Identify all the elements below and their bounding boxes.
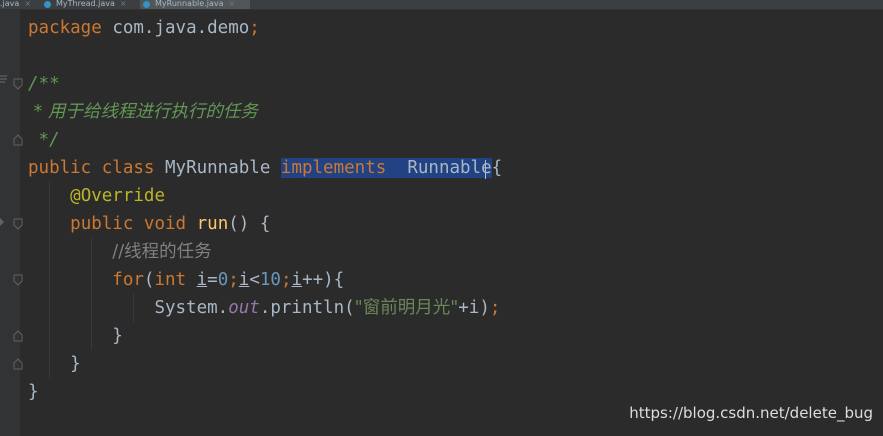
code-line[interactable]: }	[28, 350, 81, 378]
code-line[interactable]: package com.java.demo;	[28, 14, 260, 42]
tab-label: MyThread.java	[56, 0, 115, 8]
code-line[interactable]: }	[28, 322, 123, 350]
tab-label: MyRunnable.java	[155, 0, 224, 8]
expression: +i)	[458, 298, 490, 318]
semicolon: ;	[489, 298, 501, 318]
java-class-icon	[44, 1, 51, 8]
keyword: implements	[280, 158, 387, 178]
code-line[interactable]: System.out.println("窗前明月光"+i);	[28, 294, 500, 322]
code-line[interactable]: /**	[28, 70, 60, 98]
brace: }	[112, 326, 123, 346]
doc-comment: */	[28, 130, 60, 150]
method-name: run	[196, 214, 229, 234]
keyword: class	[101, 158, 155, 178]
code-line[interactable]: * 用于给线程进行执行的任务	[28, 98, 258, 126]
punctuation: ){	[323, 270, 345, 290]
number: 10	[259, 270, 281, 290]
editor-tab-bar: .java × MyThread.java × MyRunnable.java ×	[0, 0, 883, 10]
hamburger-icon	[0, 74, 8, 86]
tab-close-icon[interactable]: ×	[120, 0, 127, 8]
variable: i	[238, 270, 250, 290]
line-comment: //线程的任务	[112, 242, 212, 262]
java-class-icon	[143, 1, 150, 8]
override-marker-icon[interactable]	[0, 216, 6, 228]
operator: =	[207, 270, 218, 290]
keyword: int	[154, 270, 187, 290]
string-literal: "窗前明月光"	[354, 298, 459, 318]
selected-text[interactable]: implements Runnable	[280, 158, 492, 178]
keyword: void	[143, 214, 187, 234]
operator: ++	[302, 270, 324, 290]
punctuation: (	[143, 270, 155, 290]
code-line[interactable]: //线程的任务	[28, 238, 212, 266]
doc-comment: * 用于给线程进行执行的任务	[28, 102, 258, 122]
tab-java[interactable]: .java ×	[0, 0, 32, 9]
method-call: .println(	[259, 298, 355, 318]
keyword: public	[70, 214, 134, 234]
code-line[interactable]: @Override	[28, 182, 165, 210]
code-line[interactable]: public void run() {	[28, 210, 270, 238]
semicolon: ;	[280, 270, 292, 290]
punctuation: () {	[228, 214, 271, 234]
semicolon: ;	[228, 270, 239, 290]
editor-gutter	[0, 10, 23, 436]
variable: i	[196, 270, 208, 290]
number: 0	[217, 270, 229, 290]
code-line[interactable]: */	[28, 126, 60, 154]
variable: i	[291, 270, 303, 290]
text-caret	[485, 160, 486, 179]
brace: }	[70, 354, 81, 374]
brace: }	[28, 382, 39, 402]
operator: <	[249, 270, 260, 290]
interface-name: Runnable	[407, 158, 492, 178]
keyword: public	[28, 158, 92, 178]
code-line[interactable]: public class MyRunnable implements Runna…	[28, 154, 502, 182]
static-field: out	[228, 298, 260, 318]
class-name: MyRunnable	[165, 158, 271, 178]
package-name: com.java.demo	[112, 18, 250, 38]
tab-close-icon[interactable]: ×	[24, 0, 31, 8]
code-line[interactable]: }	[28, 378, 39, 406]
tab-label: .java	[0, 0, 20, 8]
watermark: https://blog.csdn.net/delete_bug	[629, 404, 873, 422]
class-reference: System.	[154, 298, 229, 318]
doc-comment: /**	[28, 74, 60, 94]
tab-close-icon[interactable]: ×	[228, 0, 235, 8]
code-line[interactable]: for(int i=0;i<10;i++){	[28, 266, 344, 294]
tab-mythread[interactable]: MyThread.java ×	[44, 0, 132, 9]
annotation: @Override	[70, 186, 165, 206]
tab-myrunnable[interactable]: MyRunnable.java ×	[140, 0, 250, 9]
code-editor[interactable]: package com.java.demo; /** * 用于给线程进行执行的任…	[20, 10, 883, 436]
semicolon: ;	[249, 18, 260, 38]
keyword: for	[112, 270, 144, 290]
brace: {	[491, 158, 503, 178]
keyword: package	[28, 18, 102, 38]
